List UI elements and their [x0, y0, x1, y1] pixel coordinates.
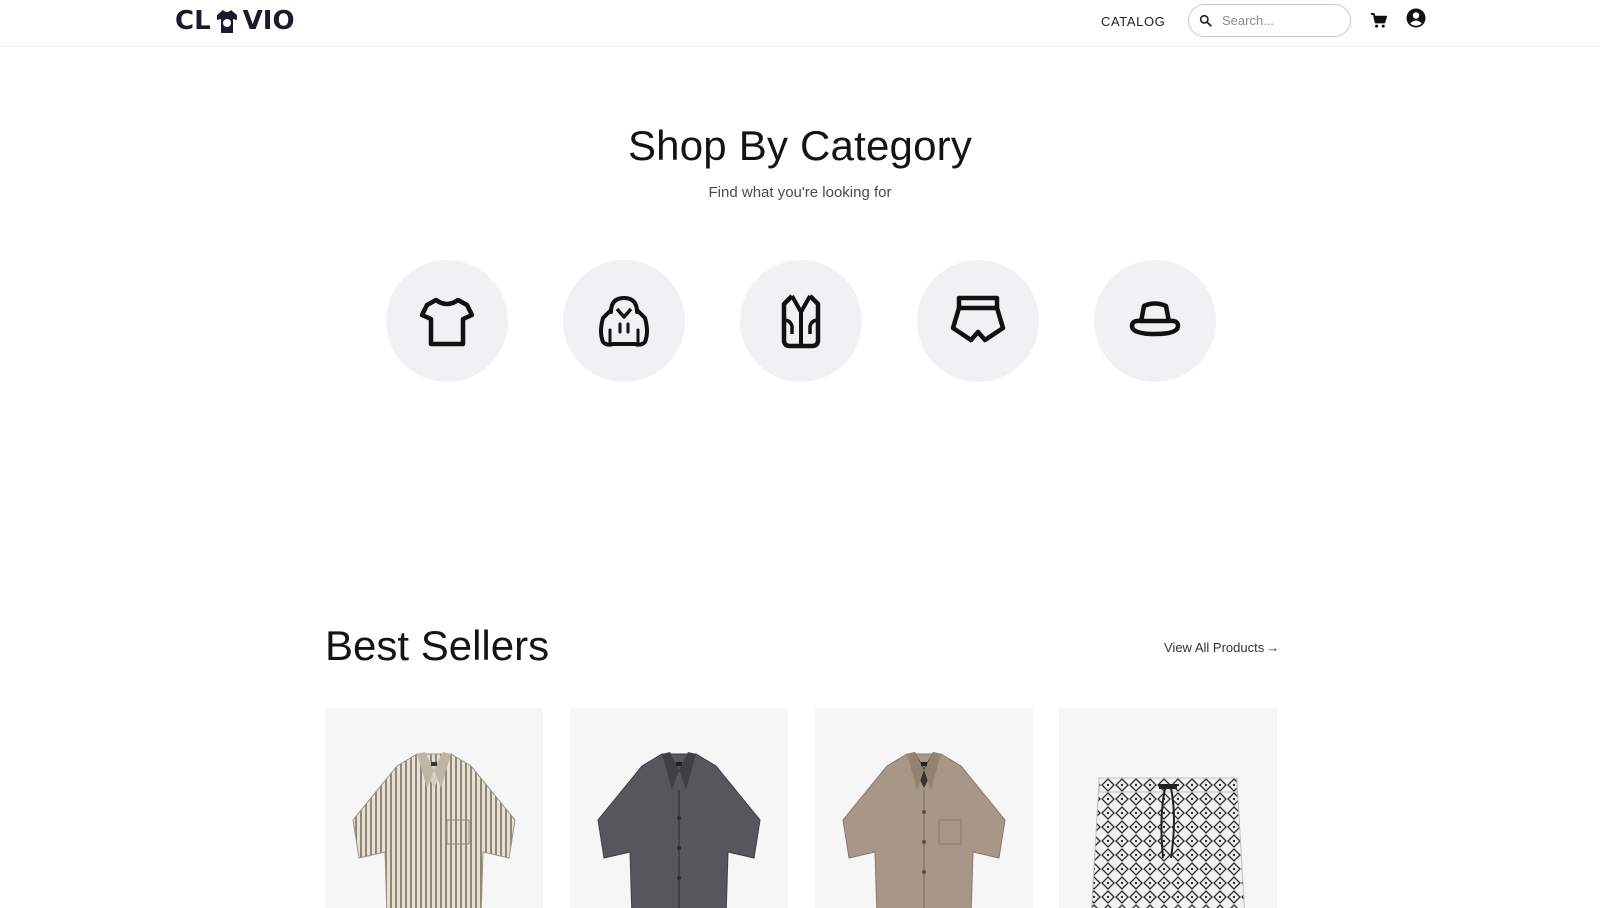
product-image-striped-camp-shirt	[352, 752, 516, 908]
bucket-hat-icon	[1129, 301, 1181, 337]
category-shorts[interactable]	[917, 260, 1039, 382]
logo-shirt-icon	[216, 10, 237, 33]
brand-logo[interactable]: CL VIO	[175, 4, 295, 38]
product-card-dark-shirt[interactable]	[570, 708, 788, 908]
tshirt-icon	[419, 297, 475, 347]
nav-catalog-link[interactable]: CATALOG	[1101, 14, 1165, 29]
vest-icon	[781, 294, 821, 349]
logo-text-left: CL	[175, 6, 211, 36]
category-list	[0, 260, 1600, 382]
product-card-swim-shorts[interactable]	[1059, 708, 1277, 908]
product-card-striped-shirt[interactable]	[325, 708, 543, 908]
search-input[interactable]	[1222, 13, 1342, 28]
category-hoodies[interactable]	[563, 260, 685, 382]
best-sellers-title: Best Sellers	[325, 622, 550, 669]
view-all-products-link[interactable]: View All Products →	[1164, 640, 1279, 655]
cart-icon[interactable]	[1370, 12, 1387, 29]
category-hats[interactable]	[1094, 260, 1216, 382]
logo-text-right: VIO	[242, 6, 295, 36]
user-circle-icon[interactable]	[1406, 8, 1426, 28]
product-image-dark-grey-camp-shirt	[597, 752, 761, 908]
search-icon	[1199, 14, 1212, 27]
product-image-taupe-camp-shirt	[842, 752, 1006, 908]
product-image-patterned-swim-shorts	[1091, 777, 1245, 908]
product-card-taupe-shirt[interactable]	[815, 708, 1033, 908]
category-vests[interactable]	[740, 260, 862, 382]
view-all-label: View All Products	[1164, 640, 1265, 655]
shop-by-category-subtitle: Find what you're looking for	[708, 184, 892, 201]
search-box[interactable]	[1188, 4, 1351, 37]
site-header: CL VIO CATALOG	[0, 0, 1600, 47]
arrow-right-icon: →	[1266, 640, 1280, 655]
category-tshirts[interactable]	[386, 260, 508, 382]
shorts-icon	[950, 295, 1006, 343]
hoodie-icon	[599, 295, 649, 347]
shop-by-category-title: Shop By Category	[627, 122, 973, 169]
